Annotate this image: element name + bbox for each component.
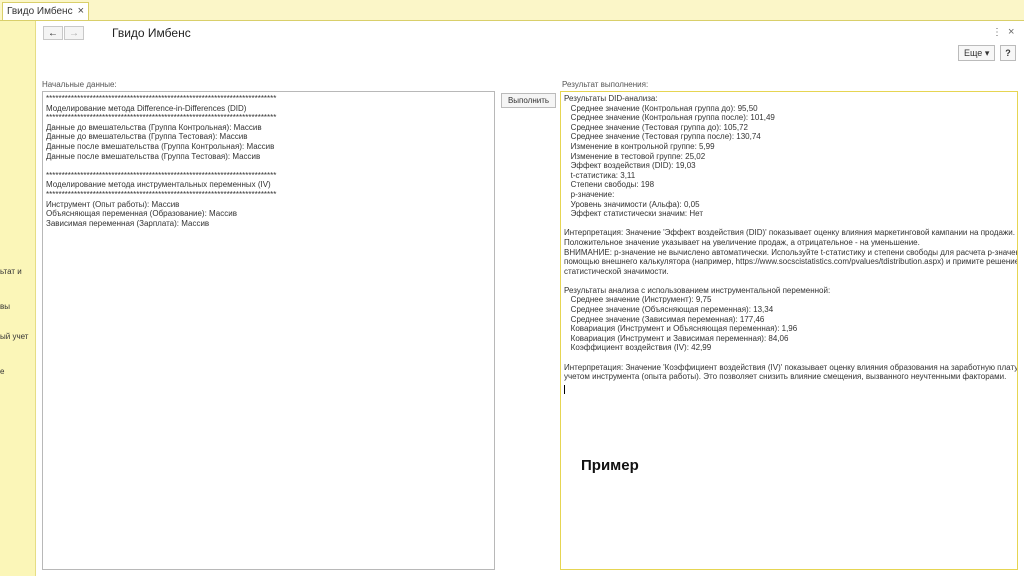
arrow-left-icon: ←	[48, 28, 58, 39]
initial-data-line: Данные до вмешательства (Группа Контроль…	[46, 122, 262, 132]
initial-data-line: Моделирование метода инструментальных пе…	[46, 180, 271, 190]
initial-data-line: Данные после вмешательства (Группа Тесто…	[46, 151, 261, 161]
result-textarea[interactable]: Результаты DID-анализа: Среднее значение…	[560, 91, 1018, 570]
sidebar-item-2[interactable]: вы	[0, 302, 10, 311]
tab-guido-imbens[interactable]: Гвидо Имбенс ×	[2, 2, 90, 20]
sidebar-item-accounting[interactable]: ый учет	[0, 332, 28, 341]
initial-data-line: Зависимая переменная (Зарплата): Массив	[46, 218, 210, 228]
window-close-icon[interactable]: ×	[1008, 26, 1014, 38]
result-line: Ковариация (Инструмент и Зависимая перем…	[564, 333, 789, 343]
result-line: Результаты анализа с использованием инст…	[564, 285, 831, 295]
tab-close-icon[interactable]: ×	[78, 5, 84, 17]
initial-data-line: ****************************************…	[46, 94, 277, 103]
result-line: Изменение в тестовой группе: 25,02	[564, 151, 706, 161]
initial-data-line: Данные после вмешательства (Группа Контр…	[46, 141, 275, 151]
initial-data-label: Начальные данные:	[42, 80, 117, 89]
result-line: Эффект воздействия (DID): 19,03	[564, 161, 696, 171]
result-line: Среднее значение (Тестовая группа до): 1…	[564, 122, 748, 132]
help-button[interactable]: ?	[1000, 45, 1016, 61]
result-line: Интерпретация: Значение 'Коэффициент воз…	[564, 362, 1018, 372]
more-button[interactable]: Еще ▾	[958, 45, 996, 61]
sidebar-item-4[interactable]: е	[0, 367, 4, 376]
page-title: Гвидо Имбенс	[112, 26, 191, 40]
result-line: статистической значимости.	[564, 266, 669, 276]
sidebar-item-results[interactable]: ьтат и	[0, 267, 22, 276]
result-line: Положительное значение указывает на увел…	[564, 237, 920, 247]
initial-data-line	[46, 161, 491, 171]
initial-data-line: Объясняющая переменная (Образование): Ма…	[46, 209, 237, 219]
result-line: Среднее значение (Объясняющая переменная…	[564, 305, 774, 315]
result-line: Среднее значение (Контрольная группа пос…	[564, 113, 775, 123]
result-line: t-статистика: 3,11	[564, 170, 636, 180]
result-line: Уровень значимости (Альфа): 0,05	[564, 199, 700, 209]
result-line: Среднее значение (Тестовая группа после)…	[564, 132, 761, 142]
run-button[interactable]: Выполнить	[501, 93, 556, 108]
result-line: Изменение в контрольной группе: 5,99	[564, 141, 715, 151]
back-button[interactable]: ←	[43, 26, 63, 40]
result-line	[564, 219, 1014, 229]
result-line: Коэффициент воздействия (IV): 42,99	[564, 343, 712, 353]
initial-data-line: ****************************************…	[46, 113, 277, 123]
result-label: Результат выполнения:	[562, 80, 649, 89]
result-line: учетом инструмента (опыта работы). Это п…	[564, 372, 1007, 382]
kebab-menu-icon[interactable]: ⋮	[992, 27, 1002, 38]
result-line: Среднее значение (Зависимая переменная):…	[564, 314, 765, 324]
initial-data-line: Инструмент (Опыт работы): Массив	[46, 199, 180, 209]
result-line: Эффект статистически значим: Нет	[564, 209, 703, 219]
result-line: помощью внешнего калькулятора (например,…	[564, 257, 1018, 267]
arrow-right-icon: →	[69, 28, 79, 39]
result-line: Интерпретация: Значение 'Эффект воздейст…	[564, 228, 1015, 238]
initial-data-line: Моделирование метода Difference-in-Diffe…	[46, 103, 247, 113]
result-line: Ковариация (Инструмент и Объясняющая пер…	[564, 324, 798, 334]
result-line	[564, 353, 1014, 363]
tab-bar: Гвидо Имбенс ×	[0, 0, 1024, 21]
example-caption: Пример	[581, 457, 639, 474]
initial-data-line: ****************************************…	[46, 170, 277, 180]
text-cursor	[564, 385, 565, 394]
initial-data-line: ****************************************…	[46, 189, 277, 199]
initial-data-textarea[interactable]: ****************************************…	[42, 91, 495, 570]
result-line: p-значение:	[564, 189, 615, 199]
forward-button[interactable]: →	[64, 26, 84, 40]
result-line	[564, 276, 1014, 286]
result-line: Результаты DID-анализа:	[564, 94, 658, 103]
sidebar: ьтат и вы ый учет е	[0, 21, 36, 576]
tab-label: Гвидо Имбенс	[7, 6, 73, 17]
result-line: Среднее значение (Инструмент): 9,75	[564, 295, 712, 305]
result-line: Степени свободы: 198	[564, 180, 655, 190]
initial-data-line: Данные до вмешательства (Группа Тестовая…	[46, 132, 248, 142]
result-line: ВНИМАНИЕ: p-значение не вычислено автома…	[564, 247, 1018, 257]
result-line: Среднее значение (Контрольная группа до)…	[564, 103, 758, 113]
